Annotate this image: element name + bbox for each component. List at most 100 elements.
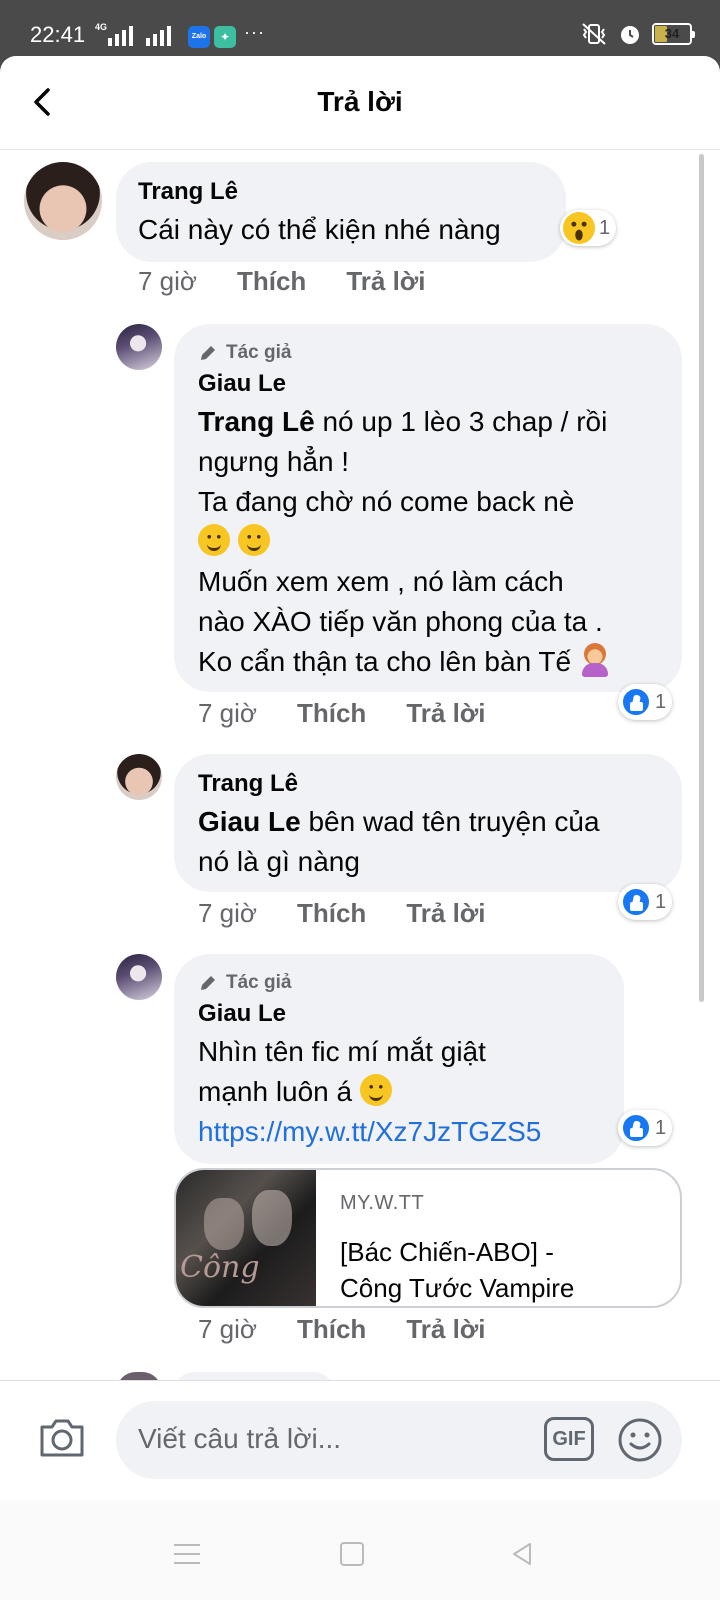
link-preview-domain: MY.W.TT xyxy=(340,1192,425,1214)
battery-text: 34 xyxy=(664,26,680,41)
text-line: Nhìn tên fic mí mắt giật xyxy=(198,1036,486,1067)
like-icon xyxy=(621,887,651,917)
comment-time: 7 giờ xyxy=(138,266,197,296)
link-preview-title-line: Công Tước Vampire xyxy=(340,1273,575,1303)
text-line: nào XÀO tiếp văn phong của ta . xyxy=(198,606,603,637)
like-button[interactable]: Thích xyxy=(297,1314,366,1345)
pencil-icon xyxy=(201,346,215,360)
avatar[interactable] xyxy=(24,162,102,240)
reply-button[interactable]: Trả lời xyxy=(406,1314,485,1345)
scrollbar[interactable] xyxy=(699,154,704,1002)
author-tag-label: Tác giả xyxy=(226,342,292,363)
reaction-badge[interactable]: 1 xyxy=(560,210,617,246)
wow-icon xyxy=(563,212,595,244)
reply-input-placeholder: Viết câu trả lời... xyxy=(138,1423,342,1454)
comment-actions: 7 giờ Thích Trả lời xyxy=(138,266,426,297)
avatar[interactable] xyxy=(116,324,162,370)
avatar[interactable] xyxy=(116,954,162,1000)
text-line: Muốn xem xem , nó làm cách xyxy=(198,566,564,597)
reaction-count: 1 xyxy=(655,1116,667,1139)
system-nav-bar xyxy=(0,1500,720,1600)
reply-button[interactable]: Trả lời xyxy=(406,898,485,929)
comment-author[interactable]: Giau Le xyxy=(198,1000,286,1028)
camera-icon[interactable] xyxy=(38,1417,86,1459)
comment-author[interactable]: Trang Lê xyxy=(138,178,238,206)
pencil-icon xyxy=(201,976,215,990)
comment-author[interactable]: Giau Le xyxy=(198,370,286,398)
text-line: ngưng hẳn ! xyxy=(198,446,350,477)
app-notification-icon: ✦ xyxy=(214,26,236,48)
smile-emoji-icon xyxy=(237,524,270,556)
reaction-badge[interactable]: 1 xyxy=(618,884,673,920)
menu-icon[interactable] xyxy=(174,1544,200,1564)
signal-icon xyxy=(108,24,133,46)
link-preview-image: Công xyxy=(176,1170,316,1306)
reply-input[interactable]: Viết câu trả lời... GIF xyxy=(116,1401,682,1479)
comment-text: Cái này có thể kiện nhé nàng xyxy=(138,214,501,245)
gif-icon[interactable]: GIF xyxy=(544,1417,594,1461)
reply-button[interactable]: Trả lời xyxy=(346,266,425,297)
comment-time: 7 giờ xyxy=(198,898,257,928)
smile-emoji-icon xyxy=(198,524,230,556)
smile-emoji-icon xyxy=(359,1074,392,1106)
comment-actions: 7 giờ Thích Trả lời xyxy=(198,698,486,729)
comment-text: Giau Le bên wad tên truyện của nó là gì … xyxy=(198,802,600,882)
text-line-with-emoji: mạnh luôn á xyxy=(198,1072,541,1112)
author-tag-label: Tác giả xyxy=(226,972,292,993)
comment-actions: 7 giờ Thích Trả lời xyxy=(198,1314,486,1345)
comment-text: Nhìn tên fic mí mắt giật mạnh luôn á htt… xyxy=(198,1032,541,1152)
text-line-with-emoji: Ko cẩn thận ta cho lên bàn Tế xyxy=(198,642,611,682)
text-line: bên wad tên truyện của xyxy=(300,806,600,837)
text-line: nó up 1 lèo 3 chap / rồi xyxy=(314,406,608,437)
status-right: 34 xyxy=(580,22,695,46)
comment-link[interactable]: https://my.w.tt/Xz7JzTGZS5 xyxy=(198,1112,541,1152)
text-line: mạnh luôn á xyxy=(198,1076,353,1107)
mention[interactable]: Giau Le xyxy=(198,806,301,837)
mention[interactable]: Trang Lê xyxy=(198,406,315,437)
comment-time: 7 giờ xyxy=(198,1314,257,1344)
vibrate-icon xyxy=(582,23,606,45)
page-title: Trả lời xyxy=(317,86,403,117)
smile-icon[interactable] xyxy=(616,1416,664,1464)
like-button[interactable]: Thích xyxy=(237,266,306,297)
reaction-count: 1 xyxy=(599,216,611,239)
like-icon xyxy=(621,687,651,717)
reply-sheet: Trả lời Trang Lê Cái này có thể kiện nhé… xyxy=(0,56,720,1600)
like-button[interactable]: Thích xyxy=(297,898,366,929)
back-triangle-icon[interactable] xyxy=(508,1540,536,1568)
text-line: Ta đang chờ nó come back nè xyxy=(198,486,575,517)
like-button[interactable]: Thích xyxy=(297,698,366,729)
comment-author[interactable]: Trang Lê xyxy=(198,770,298,798)
person-tipping-hand-emoji-icon xyxy=(579,643,611,677)
comment-text: Trang Lê nó up 1 lèo 3 chap / rồi ngưng … xyxy=(198,402,611,682)
author-tag: Tác giả xyxy=(198,342,291,364)
reaction-count: 1 xyxy=(655,690,667,713)
battery-icon: 34 xyxy=(652,23,695,45)
reaction-badge[interactable]: 1 xyxy=(618,684,673,720)
reply-button[interactable]: Trả lời xyxy=(406,698,485,729)
network-type: 4G xyxy=(95,22,108,32)
more-notifications-icon: ··· xyxy=(244,22,265,42)
author-tag: Tác giả xyxy=(198,972,291,994)
status-bar: 22:41 4G Zalo ✦ ··· 34 xyxy=(0,0,720,56)
alarm-icon xyxy=(621,26,639,44)
reply-composer: Viết câu trả lời... GIF xyxy=(0,1380,720,1500)
link-preview-card[interactable]: Công MY.W.TT [Bác Chiến-ABO] - Công Tước… xyxy=(174,1168,682,1308)
reaction-badge[interactable]: 1 xyxy=(618,1110,673,1146)
like-icon xyxy=(621,1113,651,1143)
comment-actions: 7 giờ Thích Trả lời xyxy=(198,898,486,929)
header: Trả lời xyxy=(0,56,720,150)
signal-icon-2 xyxy=(146,24,171,46)
text-line: nó là gì nàng xyxy=(198,846,360,877)
comment-time: 7 giờ xyxy=(198,698,257,728)
emoji-line xyxy=(198,522,611,562)
text-line: Ko cẩn thận ta cho lên bàn Tế xyxy=(198,646,572,677)
reaction-count: 1 xyxy=(655,890,667,913)
avatar[interactable] xyxy=(116,754,162,800)
link-preview-title: [Bác Chiến-ABO] - Công Tước Vampire xyxy=(340,1234,670,1306)
status-time: 22:41 xyxy=(30,22,86,47)
zalo-notification-icon: Zalo xyxy=(188,26,210,48)
link-preview-image-text: Công xyxy=(180,1250,260,1285)
home-icon[interactable] xyxy=(340,1542,364,1566)
link-preview-title-line: [Bác Chiến-ABO] - xyxy=(340,1237,554,1267)
